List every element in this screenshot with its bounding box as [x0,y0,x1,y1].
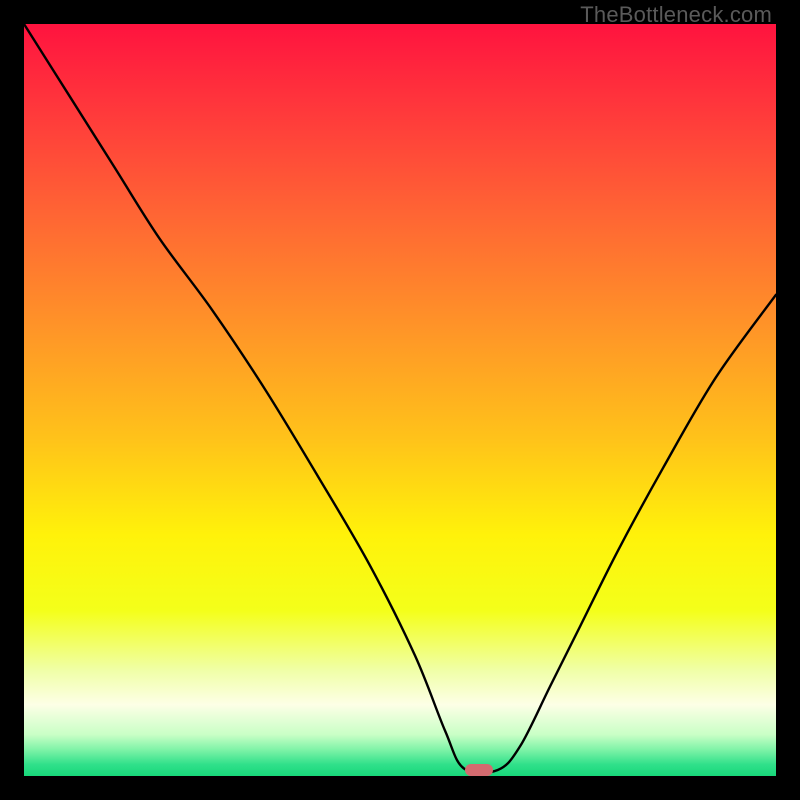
optimum-marker [465,764,493,776]
plot-area [24,24,776,776]
chart-frame: TheBottleneck.com [0,0,800,800]
bottleneck-curve [24,24,776,776]
